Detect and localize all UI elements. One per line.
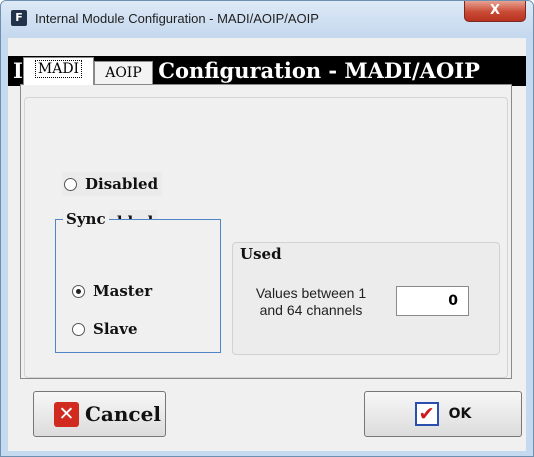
slave-radio[interactable]: Slave — [70, 317, 142, 341]
cancel-button-label: Cancel — [85, 402, 161, 426]
close-button[interactable]: X — [464, 1, 526, 22]
tab-madi-label: MADI — [34, 60, 83, 78]
title-bar[interactable]: F Internal Module Configuration - MADI/A… — [1, 1, 533, 38]
disabled-radio-icon — [64, 177, 77, 191]
ok-button-label: OK — [448, 406, 472, 422]
cancel-x-icon: ✕ — [54, 401, 79, 427]
slave-radio-icon — [72, 322, 85, 336]
master-radio-icon — [72, 284, 85, 298]
used-title: Used — [240, 245, 282, 263]
cancel-button[interactable]: ✕ Cancel — [33, 391, 166, 437]
disabled-radio[interactable]: Disabled — [62, 172, 163, 196]
ok-check-icon: ✔ — [414, 402, 439, 426]
disabled-label: Disabled — [85, 175, 159, 193]
used-channels-input[interactable]: 0 — [396, 286, 469, 316]
close-icon: X — [489, 3, 501, 18]
used-description: Values between 1 and 64 channels — [255, 285, 367, 318]
window-title: Internal Module Configuration - MADI/AOI… — [35, 11, 319, 26]
slave-label: Slave — [93, 320, 138, 338]
app-icon: F — [11, 10, 27, 26]
master-radio[interactable]: Master — [70, 279, 156, 303]
sync-title: Sync — [63, 210, 109, 228]
ok-button[interactable]: ✔ OK — [364, 391, 522, 437]
tab-madi[interactable]: MADI — [23, 57, 94, 85]
tab-aoip-label: AOIP — [105, 65, 142, 81]
master-label: Master — [93, 282, 153, 300]
